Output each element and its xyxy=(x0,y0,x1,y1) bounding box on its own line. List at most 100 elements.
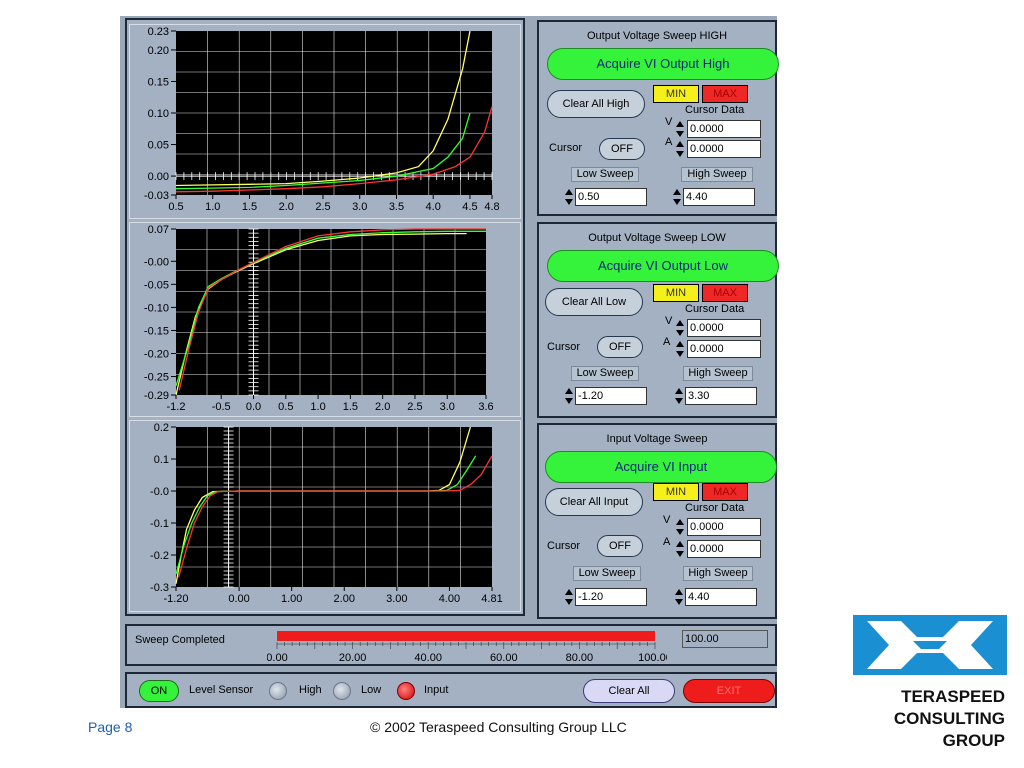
x-tick-label: 3.0 xyxy=(440,401,455,413)
panel-title: Output Voltage Sweep HIGH xyxy=(586,30,728,42)
y-tick-label: 0.05 xyxy=(148,140,169,152)
cursor-toggle-button[interactable]: OFF xyxy=(597,336,643,358)
company-name: TERASPEED CONSULTING GROUP xyxy=(855,686,1005,752)
progress-value-field: 100.00 xyxy=(682,630,768,648)
high-radio[interactable] xyxy=(269,682,287,700)
low-sweep-field[interactable]: 0.50 xyxy=(575,188,647,206)
x-tick-label: 4.00 xyxy=(439,593,460,605)
a-value-field[interactable]: 0.0000 xyxy=(687,340,761,358)
x-tick-label: 0.5 xyxy=(168,201,183,213)
acquire-input-button[interactable]: Acquire VI Input xyxy=(545,451,777,483)
y-tick-label: -0.05 xyxy=(144,279,169,291)
y-tick-label: 0.2 xyxy=(154,422,169,434)
company-line-1: TERASPEED xyxy=(901,687,1005,706)
max-button[interactable]: MAX xyxy=(702,85,748,103)
low-sweep-spinner-icon[interactable] xyxy=(565,387,573,405)
x-tick-label: 3.0 xyxy=(352,201,367,213)
input-radio-label: Input xyxy=(424,684,449,696)
cursor-toggle-button[interactable]: OFF xyxy=(597,535,643,557)
sweep-progress-bar xyxy=(277,631,655,641)
low-sweep-field[interactable]: -1.20 xyxy=(575,588,647,606)
chart-input: 0.2 0.1 -0.0 -0.1 -0.2 -0.3 -1.20 0.00 1.00 2.00 3… xyxy=(129,420,521,612)
high-sweep-field[interactable]: 3.30 xyxy=(685,387,757,405)
high-sweep-spinner-icon[interactable] xyxy=(675,387,683,405)
high-sweep-button[interactable]: High Sweep xyxy=(683,566,753,581)
panel-title: Output Voltage Sweep LOW xyxy=(588,232,726,244)
chart-output-high: 0.23 0.20 0.15 0.10 0.05 0.00 -0.03 0.5 1.0 1.5 2.… xyxy=(129,24,521,219)
x-tick-label: 4.81 xyxy=(481,593,502,605)
v-value-field[interactable]: 0.0000 xyxy=(687,518,761,536)
x-tick-label: 0.00 xyxy=(228,593,249,605)
high-sweep-button[interactable]: High Sweep xyxy=(681,167,753,182)
high-sweep-field[interactable]: 4.40 xyxy=(683,188,755,206)
power-on-toggle[interactable]: ON xyxy=(139,680,179,702)
a-spinner-icon[interactable] xyxy=(676,140,684,158)
x-tick-label: 2.5 xyxy=(407,401,422,413)
v-value-field[interactable]: 0.0000 xyxy=(687,319,761,337)
acquire-output-low-button[interactable]: Acquire VI Output Low xyxy=(547,250,779,282)
min-button[interactable]: MIN xyxy=(653,284,699,302)
low-sweep-spinner-icon[interactable] xyxy=(565,188,573,206)
x-tick-label: 4.5 xyxy=(462,201,477,213)
min-button[interactable]: MIN xyxy=(653,483,699,501)
max-button[interactable]: MAX xyxy=(702,284,748,302)
a-value-field[interactable]: 0.0000 xyxy=(687,540,761,558)
y-tick-label: 0.15 xyxy=(148,76,169,88)
min-button[interactable]: MIN xyxy=(653,85,699,103)
high-sweep-spinner-icon[interactable] xyxy=(675,588,683,606)
slide: 0.23 0.20 0.15 0.10 0.05 0.00 -0.03 0.5 1.0 1.5 2.… xyxy=(0,0,1024,768)
x-tick-label: 1.5 xyxy=(343,401,358,413)
clear-all-input-button[interactable]: Clear All Input xyxy=(545,488,643,516)
company-line-3: GROUP xyxy=(942,731,1005,750)
page-number: Page 8 xyxy=(88,719,133,735)
v-spinner-icon[interactable] xyxy=(676,518,684,536)
x-tick-label: 2.0 xyxy=(375,401,390,413)
max-button[interactable]: MAX xyxy=(702,483,748,501)
clear-all-low-button[interactable]: Clear All Low xyxy=(545,288,643,316)
acquire-output-high-button[interactable]: Acquire VI Output High xyxy=(547,48,779,80)
v-spinner-icon[interactable] xyxy=(676,120,684,138)
company-line-2: CONSULTING xyxy=(893,709,1005,728)
scale-label: 20.00 xyxy=(339,652,367,664)
chart-output-low: 0.07 -0.00 -0.05 -0.10 -0.15 -0.20 -0.25 -0.29-… xyxy=(129,222,521,417)
cursor-toggle-button[interactable]: OFF xyxy=(599,138,645,160)
clear-all-high-button[interactable]: Clear All High xyxy=(547,90,645,118)
low-sweep-button[interactable]: Low Sweep xyxy=(573,566,641,581)
status-bar: Sweep Completed 0.00 20.00 40.00 60.00 80.00… xyxy=(125,624,777,666)
cursor-label: Cursor xyxy=(547,341,581,353)
y-tick-label: 0.20 xyxy=(148,45,169,57)
app-window: 0.23 0.20 0.15 0.10 0.05 0.00 -0.03 0.5 1.0 1.5 2.… xyxy=(120,16,779,708)
y-tick-label: -0.25 xyxy=(144,372,169,384)
low-sweep-spinner-icon[interactable] xyxy=(565,588,573,606)
high-sweep-button[interactable]: High Sweep xyxy=(683,366,753,381)
y-tick-label: -0.1 xyxy=(150,518,169,530)
x-tick-label: 2.5 xyxy=(315,201,330,213)
low-sweep-button[interactable]: Low Sweep xyxy=(571,167,639,182)
x-tick-label: 2.0 xyxy=(279,201,294,213)
a-spinner-icon[interactable] xyxy=(676,540,684,558)
a-spinner-icon[interactable] xyxy=(676,340,684,358)
x-tick-label: -1.20 xyxy=(163,593,188,605)
scale-label: 80.00 xyxy=(566,652,594,664)
x-tick-label: 0.0 xyxy=(246,401,261,413)
low-sweep-button[interactable]: Low Sweep xyxy=(571,366,639,381)
copyright-text: © 2002 Teraspeed Consulting Group LLC xyxy=(370,719,627,735)
cursor-data-label: Cursor Data xyxy=(685,104,745,116)
y-tick-label: -0.15 xyxy=(144,325,169,337)
v-value-field[interactable]: 0.0000 xyxy=(687,120,761,138)
a-value-field[interactable]: 0.0000 xyxy=(687,140,761,158)
high-sweep-field[interactable]: 4.40 xyxy=(685,588,757,606)
cursor-label: Cursor xyxy=(549,142,583,154)
scale-label: 100.00 xyxy=(638,652,667,664)
exit-button[interactable]: EXIT xyxy=(683,679,775,703)
y-tick-label: -0.0 xyxy=(150,486,169,498)
high-radio-label: High xyxy=(299,684,322,696)
v-spinner-icon[interactable] xyxy=(676,319,684,337)
low-sweep-field[interactable]: -1.20 xyxy=(575,387,647,405)
clear-all-button[interactable]: Clear All xyxy=(583,679,675,703)
y-tick-label: -0.10 xyxy=(144,302,169,314)
input-radio[interactable] xyxy=(397,682,415,700)
y-tick-label: -0.20 xyxy=(144,349,169,361)
low-radio[interactable] xyxy=(333,682,351,700)
high-sweep-spinner-icon[interactable] xyxy=(673,188,681,206)
